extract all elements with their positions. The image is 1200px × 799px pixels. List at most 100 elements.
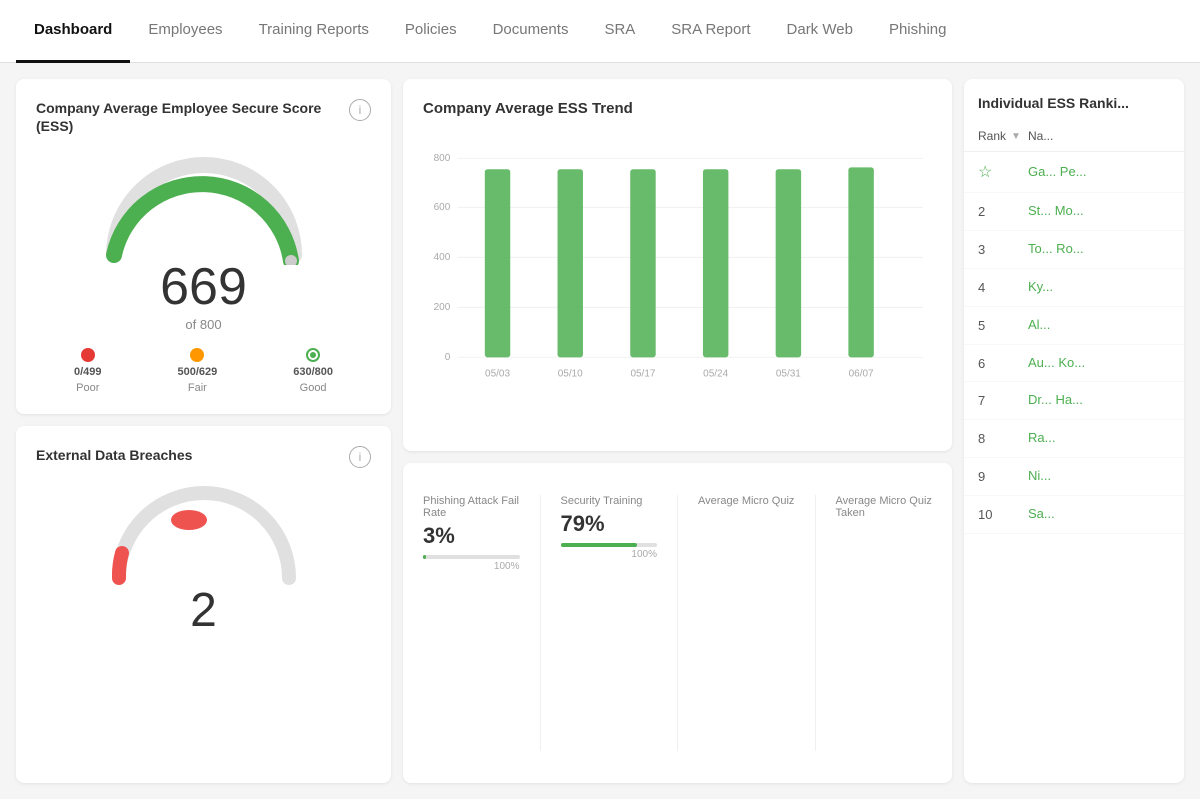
- training-progress-fill: [561, 543, 637, 547]
- rank-number-cell: ☆: [978, 162, 1028, 182]
- training-label: Security Training: [561, 495, 658, 507]
- ess-gauge: 669 of 800: [36, 145, 371, 332]
- ess-info-icon[interactable]: i: [349, 99, 371, 121]
- nav-item-sra[interactable]: SRA: [586, 0, 653, 63]
- left-column: Company Average Employee Secure Score (E…: [16, 79, 391, 783]
- trend-card: Company Average ESS Trend 800 600 400 20…: [403, 79, 952, 451]
- legend-fair-dot: [190, 348, 204, 362]
- phishing-progress-max: 100%: [423, 561, 520, 572]
- legend-fair: 500/629 Fair: [177, 348, 217, 394]
- trend-chart-svg: 800 600 400 200 0: [423, 131, 932, 431]
- svg-text:05/10: 05/10: [558, 368, 583, 379]
- rank-row[interactable]: 8Ra...: [964, 420, 1184, 458]
- ess-score: 669: [160, 257, 247, 317]
- legend-poor-dot: [81, 348, 95, 362]
- rank-row[interactable]: 3To... Ro...: [964, 231, 1184, 269]
- svg-text:600: 600: [434, 202, 451, 213]
- breach-card: External Data Breaches i 2: [16, 426, 391, 783]
- rank-col-header[interactable]: Rank ▼: [978, 129, 1028, 143]
- rank-name-cell: Au... Ko...: [1028, 355, 1170, 372]
- training-value: 79%: [561, 511, 658, 537]
- svg-text:05/03: 05/03: [485, 368, 510, 379]
- star-icon: ☆: [978, 162, 992, 182]
- breach-gauge: 2: [36, 478, 371, 638]
- nav-item-sra-report[interactable]: SRA Report: [653, 0, 768, 63]
- nav-item-phishing[interactable]: Phishing: [871, 0, 965, 63]
- breach-card-title: External Data Breaches: [36, 446, 192, 464]
- rank-name-cell: Ga... Pe...: [1028, 164, 1170, 181]
- rank-label: Rank: [978, 129, 1006, 143]
- nav-item-policies[interactable]: Policies: [387, 0, 475, 63]
- phishing-progress-fill: [423, 555, 426, 559]
- rank-number-cell: 2: [978, 204, 1028, 219]
- nav-item-dashboard[interactable]: Dashboard: [16, 0, 130, 63]
- rank-number-cell: 7: [978, 393, 1028, 408]
- rank-row[interactable]: 7Dr... Ha...: [964, 382, 1184, 420]
- ess-card-title: Company Average Employee Secure Score (E…: [36, 99, 349, 135]
- rank-sort-icon: ▼: [1011, 131, 1021, 142]
- legend-fair-range: 500/629: [177, 366, 217, 378]
- rank-row[interactable]: 5Al...: [964, 307, 1184, 345]
- svg-text:0: 0: [445, 352, 451, 363]
- phishing-stat-section: Phishing Attack Fail Rate 3% 100%: [403, 479, 540, 768]
- training-stat-section: Security Training 79% 100%: [541, 479, 678, 768]
- trend-card-title: Company Average ESS Trend: [423, 99, 932, 119]
- rank-row[interactable]: 2St... Mo...: [964, 193, 1184, 231]
- ranking-panel: Individual ESS Ranki... Rank ▼ Na... ☆ Ga…: [964, 79, 1184, 783]
- mid-column: Company Average ESS Trend 800 600 400 20…: [403, 79, 952, 783]
- gauge-svg: [94, 145, 314, 265]
- rank-name-cell: To... Ro...: [1028, 241, 1170, 258]
- rank-number-cell: 4: [978, 280, 1028, 295]
- main-nav: DashboardEmployeesTraining ReportsPolici…: [0, 0, 1200, 63]
- breach-number: 2: [190, 583, 217, 638]
- phishing-value: 3%: [423, 523, 520, 549]
- phishing-progress-bar: [423, 555, 520, 559]
- rank-number-cell: 9: [978, 469, 1028, 484]
- legend-good-range: 630/800: [293, 366, 333, 378]
- ess-card: Company Average Employee Secure Score (E…: [16, 79, 391, 414]
- rank-table-body: ☆Ga... Pe...2St... Mo...3To... Ro...4Ky.…: [964, 152, 1184, 534]
- rank-number-cell: 10: [978, 507, 1028, 522]
- legend-fair-label: Fair: [188, 382, 207, 394]
- nav-item-documents[interactable]: Documents: [475, 0, 587, 63]
- rank-name-cell: Dr... Ha...: [1028, 392, 1170, 409]
- svg-text:05/24: 05/24: [703, 368, 728, 379]
- training-progress-bar: [561, 543, 658, 547]
- legend-poor: 0/499 Poor: [74, 348, 102, 394]
- breach-svg: [104, 478, 304, 588]
- rank-row[interactable]: ☆ Ga... Pe...: [964, 152, 1184, 193]
- nav-item-training-reports[interactable]: Training Reports: [241, 0, 387, 63]
- ess-of-label: of 800: [185, 317, 221, 332]
- ranking-header: Individual ESS Ranki...: [964, 79, 1184, 121]
- legend-good: 630/800 Good: [293, 348, 333, 394]
- rank-name-cell: Sa...: [1028, 506, 1170, 523]
- rank-row[interactable]: 4Ky...: [964, 269, 1184, 307]
- name-col-header: Na...: [1028, 129, 1170, 143]
- breach-info-icon[interactable]: i: [349, 446, 371, 468]
- nav-item-employees[interactable]: Employees: [130, 0, 240, 63]
- micro-quiz-section: Average Micro Quiz: [678, 479, 815, 768]
- svg-text:800: 800: [434, 153, 451, 164]
- rank-name-cell: St... Mo...: [1028, 203, 1170, 220]
- micro-quiz-taken-label: Average Micro Quiz Taken: [836, 495, 933, 519]
- svg-text:200: 200: [434, 302, 451, 313]
- rank-number-cell: 5: [978, 318, 1028, 333]
- rank-row[interactable]: 6Au... Ko...: [964, 345, 1184, 383]
- svg-text:05/31: 05/31: [776, 368, 801, 379]
- rank-number-cell: 8: [978, 431, 1028, 446]
- legend-poor-range: 0/499: [74, 366, 102, 378]
- micro-quiz-label: Average Micro Quiz: [698, 495, 795, 507]
- svg-text:05/17: 05/17: [630, 368, 655, 379]
- training-progress-max: 100%: [561, 549, 658, 560]
- rank-table-header: Rank ▼ Na...: [964, 121, 1184, 152]
- rank-name-cell: Ni...: [1028, 468, 1170, 485]
- rank-number-cell: 6: [978, 356, 1028, 371]
- ess-legend: 0/499 Poor 500/629 Fair 630/800 Good: [36, 348, 371, 394]
- nav-item-dark-web[interactable]: Dark Web: [769, 0, 871, 63]
- rank-name-cell: Ra...: [1028, 430, 1170, 447]
- rank-row[interactable]: 9Ni...: [964, 458, 1184, 496]
- rank-name-cell: Al...: [1028, 317, 1170, 334]
- svg-text:06/07: 06/07: [849, 368, 874, 379]
- rank-row[interactable]: 10Sa...: [964, 496, 1184, 534]
- rank-number-cell: 3: [978, 242, 1028, 257]
